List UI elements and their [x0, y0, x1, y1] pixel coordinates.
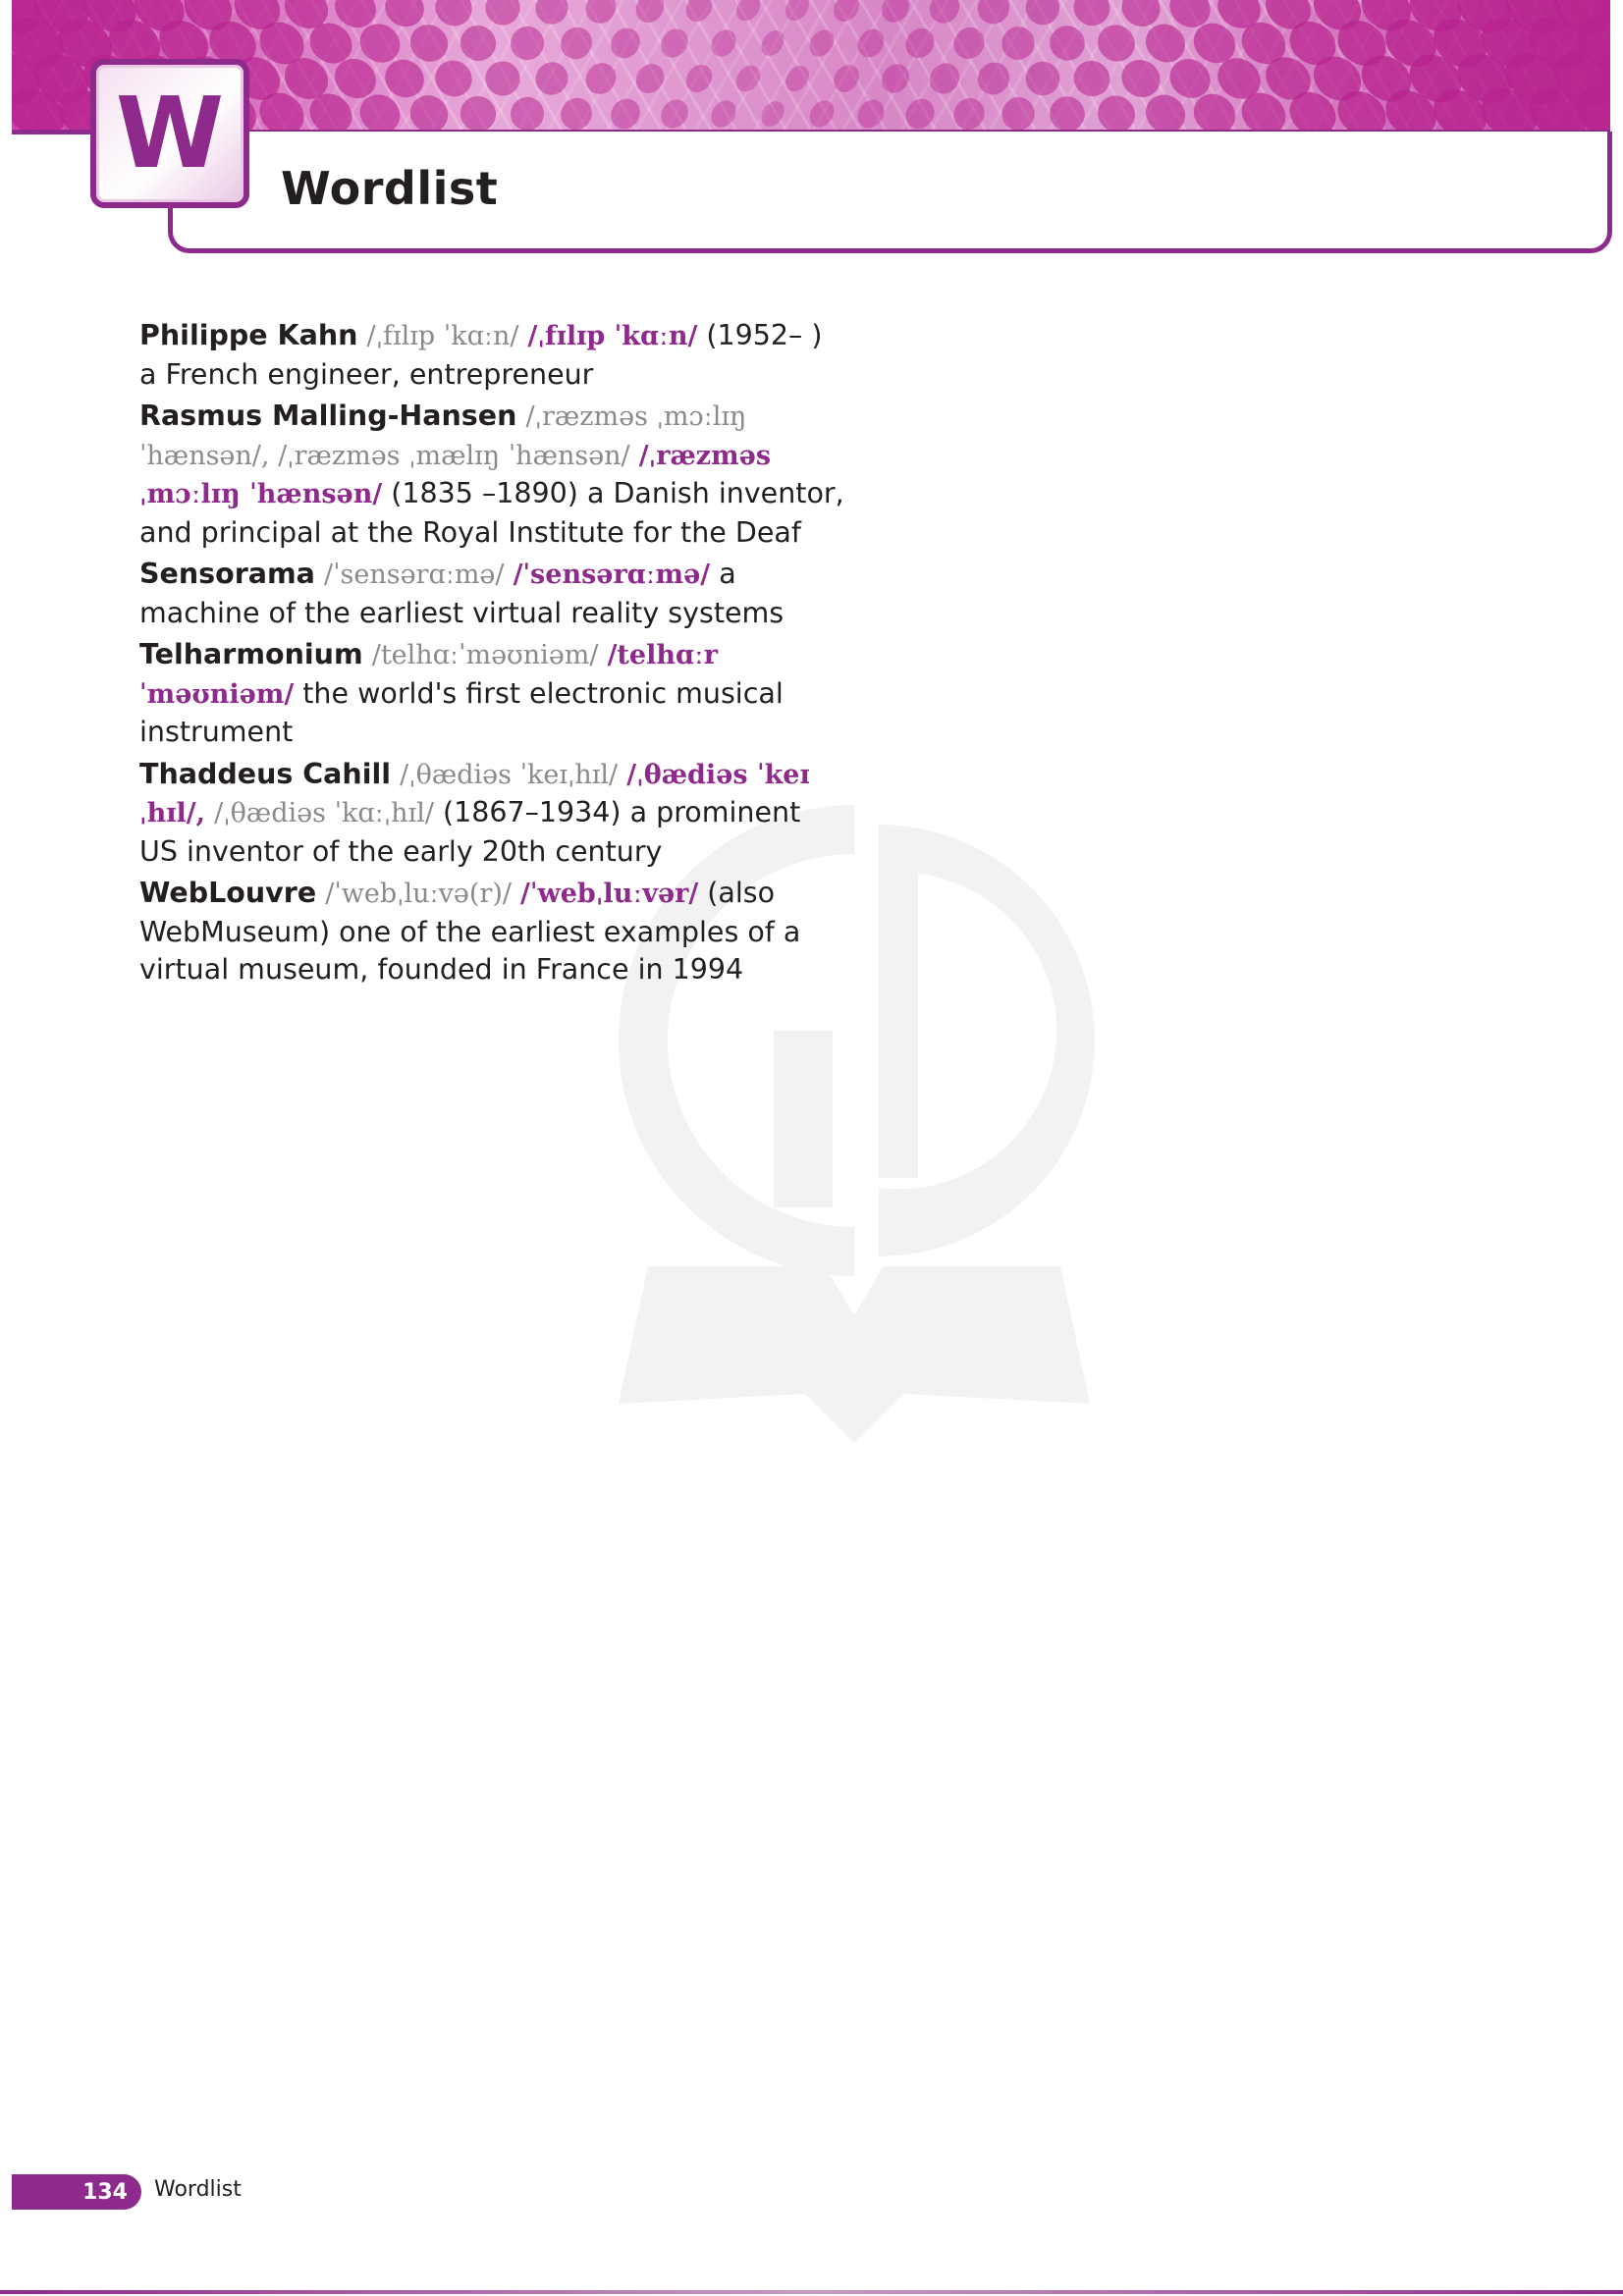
banner-dot — [1025, 0, 1060, 26]
entry-weblouvre: WebLouvre /ˈwebˌluːvə(r)/ /ˈwebˌluːvər/ … — [139, 875, 846, 989]
banner-dot — [735, 65, 761, 92]
section-letter-badge: W — [90, 59, 249, 208]
banner-dot — [785, 0, 809, 22]
banner-dot — [435, 60, 472, 97]
banner-dot — [809, 29, 835, 57]
entry-rasmus-malling-hansen: Rasmus Malling-Hansen /ˌræzməs ˌmɔːlɪŋ ˈ… — [139, 398, 846, 552]
banner-dot — [809, 100, 835, 128]
headword: Philippe Kahn — [139, 319, 358, 351]
banner-dot — [953, 97, 985, 131]
banner-dot — [460, 26, 497, 61]
headword: Thaddeus Cahill — [139, 757, 392, 790]
entry-telharmonium: Telharmonium /telhɑːˈməʊniəm/ /telhɑːrˈm… — [139, 636, 846, 752]
banner-dot — [685, 64, 713, 93]
pronunciation-british: /telhɑːˈməʊniəm/ — [371, 640, 599, 670]
banner-dot — [882, 64, 909, 93]
entry-thaddeus-cahill: Thaddeus Cahill /ˌθædiəs ˈkeɪˌhɪl/ /ˌθæd… — [139, 756, 846, 872]
headword: Rasmus Malling-Hansen — [139, 400, 517, 432]
banner-dot — [1050, 26, 1085, 61]
pronunciation-american: /ˈsensərɑːmə/ — [513, 560, 711, 590]
banner-dot — [929, 0, 960, 24]
banner-dot — [905, 98, 935, 130]
bottom-rule — [0, 2290, 1623, 2294]
section-letter: W — [115, 76, 225, 190]
banner-dot — [485, 0, 520, 26]
headword: WebLouvre — [139, 877, 317, 909]
banner-dot — [635, 64, 665, 93]
banner-dot — [761, 101, 784, 127]
footer-section-label: Wordlist — [154, 2177, 242, 2202]
banner-dot — [711, 100, 736, 128]
wordlist-entries: Philippe Kahn /ˌfɪlɪp ˈkɑːn/ /ˌfɪlɪp ˈkɑ… — [139, 317, 846, 993]
banner-dot — [1025, 61, 1060, 96]
pronunciation-british: /ˈsensərɑːmə/ — [323, 560, 505, 590]
banner-dot — [977, 62, 1010, 95]
pronunciation-british: /ˈwebˌluːvə(r)/ — [325, 879, 512, 909]
banner-dot — [785, 65, 809, 92]
pronunciation-british: /ˌθædiəs ˈkeɪˌhɪl/ — [400, 759, 619, 790]
banner-dot-pattern — [12, 0, 1610, 132]
banner-dot — [510, 26, 545, 61]
pronunciation-british-alt: /ˌθædiəs ˈkɑːˌhɪl/ — [214, 798, 434, 828]
banner-dot — [834, 0, 859, 22]
pronunciation-american: /ˈwebˌluːvər/ — [520, 879, 699, 909]
banner-dot — [535, 0, 568, 25]
header-banner — [12, 0, 1610, 132]
banner-dot — [535, 62, 568, 95]
banner-dot — [585, 63, 617, 94]
banner-dot — [735, 0, 761, 22]
banner-dot — [485, 61, 520, 96]
banner-dot — [611, 98, 640, 130]
banner-dot — [1050, 96, 1085, 132]
banner-dot — [1073, 60, 1110, 97]
banner-dot — [685, 0, 713, 23]
banner-dot — [510, 96, 545, 132]
banner-dot — [761, 30, 784, 56]
banner-dot — [561, 27, 592, 60]
banner-dot — [611, 27, 640, 59]
pronunciation-american: /ˌfɪlɪp ˈkɑːn/ — [527, 321, 698, 351]
banner-dot — [977, 0, 1010, 25]
pronunciation-british: /ˌfɪlɪp ˈkɑːn/ — [366, 321, 519, 351]
banner-dot — [661, 28, 688, 58]
banner-dot — [857, 99, 885, 129]
entry-sensorama: Sensorama /ˈsensərɑːmə/ /ˈsensərɑːmə/ a … — [139, 556, 846, 632]
banner-dot — [905, 27, 935, 59]
headword: Telharmonium — [139, 638, 363, 670]
banner-dot — [585, 0, 617, 24]
entry-philippe-kahn: Philippe Kahn /ˌfɪlɪp ˈkɑːn/ /ˌfɪlɪp ˈkɑ… — [139, 317, 846, 394]
banner-dot — [882, 0, 909, 23]
banner-dot — [1001, 27, 1035, 60]
page-number: 134 — [12, 2174, 141, 2210]
banner-dot — [561, 97, 592, 131]
banner-dot — [711, 29, 736, 57]
banner-dot — [834, 65, 859, 92]
banner-dot — [661, 99, 688, 129]
banner-dot — [929, 63, 960, 94]
banner-dot — [857, 28, 885, 58]
banner-dot — [635, 0, 665, 23]
banner-dot — [1001, 97, 1035, 131]
headword: Sensorama — [139, 558, 315, 590]
page-title: Wordlist — [281, 162, 499, 215]
banner-dot — [460, 96, 497, 132]
banner-dot — [953, 27, 985, 60]
